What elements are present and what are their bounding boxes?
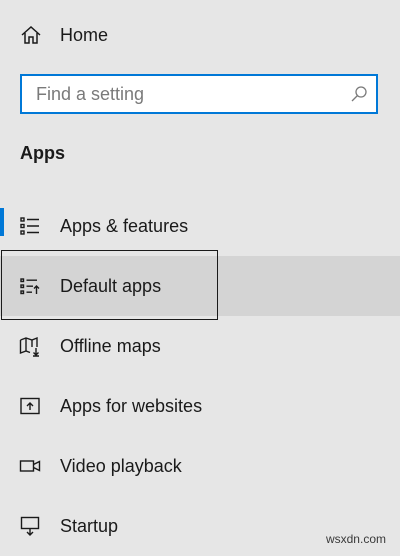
nav-item-label: Default apps bbox=[60, 276, 162, 296]
nav-item-label: Offline maps bbox=[60, 336, 161, 356]
search-input[interactable] bbox=[22, 76, 356, 112]
nav-item-apps-features[interactable]: Apps & features bbox=[0, 196, 400, 256]
nav-item-default-apps[interactable]: Default apps bbox=[0, 256, 400, 316]
nav-item-apps-for-websites[interactable]: Apps for websites bbox=[0, 376, 400, 436]
nav-item-label: Startup bbox=[60, 516, 119, 536]
section-title: Apps bbox=[20, 143, 65, 163]
apps-features-icon bbox=[19, 215, 41, 237]
default-apps-icon bbox=[19, 275, 41, 297]
nav-item-startup[interactable]: Startup bbox=[0, 496, 400, 556]
nav-item-offline-maps[interactable]: Offline maps bbox=[0, 316, 400, 376]
settings-search-box[interactable] bbox=[20, 74, 378, 114]
video-playback-icon bbox=[19, 455, 41, 477]
nav-item-video-playback[interactable]: Video playback bbox=[0, 436, 400, 496]
home-label: Home bbox=[60, 25, 109, 45]
nav-item-label: Apps & features bbox=[60, 216, 189, 236]
apps-for-websites-icon bbox=[19, 395, 41, 417]
search-icon[interactable] bbox=[350, 85, 368, 103]
selection-indicator bbox=[0, 208, 4, 236]
nav-item-label: Video playback bbox=[60, 456, 182, 476]
startup-icon bbox=[19, 515, 41, 537]
home-icon bbox=[20, 24, 42, 46]
home-nav-item[interactable]: Home bbox=[0, 12, 400, 58]
nav-item-label: Apps for websites bbox=[60, 396, 203, 416]
offline-maps-icon bbox=[19, 335, 41, 357]
watermark-text: wsxdn.com bbox=[325, 532, 386, 546]
